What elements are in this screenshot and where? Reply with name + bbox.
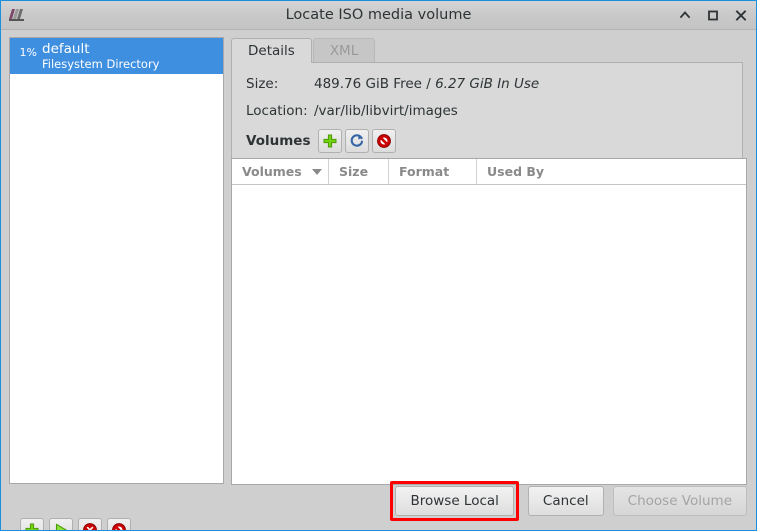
add-pool-icon[interactable] bbox=[20, 518, 44, 530]
details-notebook: Details XML Size: 489.76 GiB Free / 6.27… bbox=[231, 37, 747, 485]
pool-type: Filesystem Directory bbox=[42, 57, 160, 72]
column-header-format[interactable]: Format bbox=[389, 159, 477, 184]
details-tab-panel: Size: 489.76 GiB Free / 6.27 GiB In Use … bbox=[231, 62, 747, 485]
browse-local-button[interactable]: Browse Local bbox=[395, 486, 514, 516]
storage-pool-list[interactable]: 1% default Filesystem Directory bbox=[9, 37, 224, 484]
location-value: /var/lib/libvirt/images bbox=[314, 103, 458, 119]
close-icon[interactable] bbox=[734, 8, 748, 22]
pool-usage-percent: 1% bbox=[19, 46, 37, 59]
stop-pool-icon[interactable] bbox=[78, 518, 102, 530]
browse-local-highlight: Browse Local bbox=[390, 481, 519, 521]
cancel-button[interactable]: Cancel bbox=[527, 486, 604, 516]
choose-volume-button: Choose Volume bbox=[612, 486, 747, 516]
start-pool-icon[interactable] bbox=[49, 518, 73, 530]
tab-strip: Details XML bbox=[231, 37, 376, 63]
list-item[interactable]: 1% default Filesystem Directory bbox=[10, 38, 223, 74]
volumes-table-header: Volumes Size Format Used By bbox=[232, 159, 746, 185]
dialog-body: 1% default Filesystem Directory Details … bbox=[1, 30, 756, 530]
volumes-label: Volumes bbox=[246, 133, 311, 149]
size-value: 489.76 GiB Free / 6.27 GiB In Use bbox=[314, 76, 539, 92]
add-volume-icon[interactable] bbox=[318, 129, 343, 153]
column-header-size[interactable]: Size bbox=[329, 159, 389, 184]
window-controls bbox=[678, 1, 748, 29]
locate-iso-media-volume-window: Locate ISO media volume 1% default Files… bbox=[0, 0, 757, 531]
title-bar: Locate ISO media volume bbox=[1, 1, 756, 30]
size-free-text: 489.76 GiB Free / bbox=[314, 76, 431, 92]
delete-volume-icon[interactable] bbox=[372, 129, 397, 153]
size-label: Size: bbox=[246, 76, 279, 92]
volumes-table[interactable]: Volumes Size Format Used By bbox=[231, 158, 747, 485]
minimize-icon[interactable] bbox=[678, 8, 692, 22]
pool-name: default bbox=[42, 41, 90, 57]
maximize-icon[interactable] bbox=[706, 8, 720, 22]
dialog-action-bar: Browse Local Cancel Choose Volume bbox=[390, 481, 747, 521]
sort-descending-icon bbox=[312, 168, 323, 175]
window-title: Locate ISO media volume bbox=[285, 7, 472, 23]
delete-pool-icon[interactable] bbox=[107, 518, 131, 530]
refresh-volumes-icon[interactable] bbox=[345, 129, 370, 153]
volumes-toolbar bbox=[318, 129, 397, 153]
column-header-volumes[interactable]: Volumes bbox=[232, 159, 329, 184]
tab-xml[interactable]: XML bbox=[312, 38, 376, 63]
volumes-table-body[interactable] bbox=[232, 185, 746, 484]
volumes-header: Volumes bbox=[246, 129, 397, 153]
tab-details[interactable]: Details bbox=[231, 38, 312, 63]
location-label: Location: bbox=[246, 103, 308, 119]
pool-toolbar bbox=[20, 518, 131, 530]
column-header-volumes-label: Volumes bbox=[242, 164, 302, 179]
size-inuse-text: 6.27 GiB In Use bbox=[435, 76, 540, 92]
column-header-used-by[interactable]: Used By bbox=[477, 159, 746, 184]
